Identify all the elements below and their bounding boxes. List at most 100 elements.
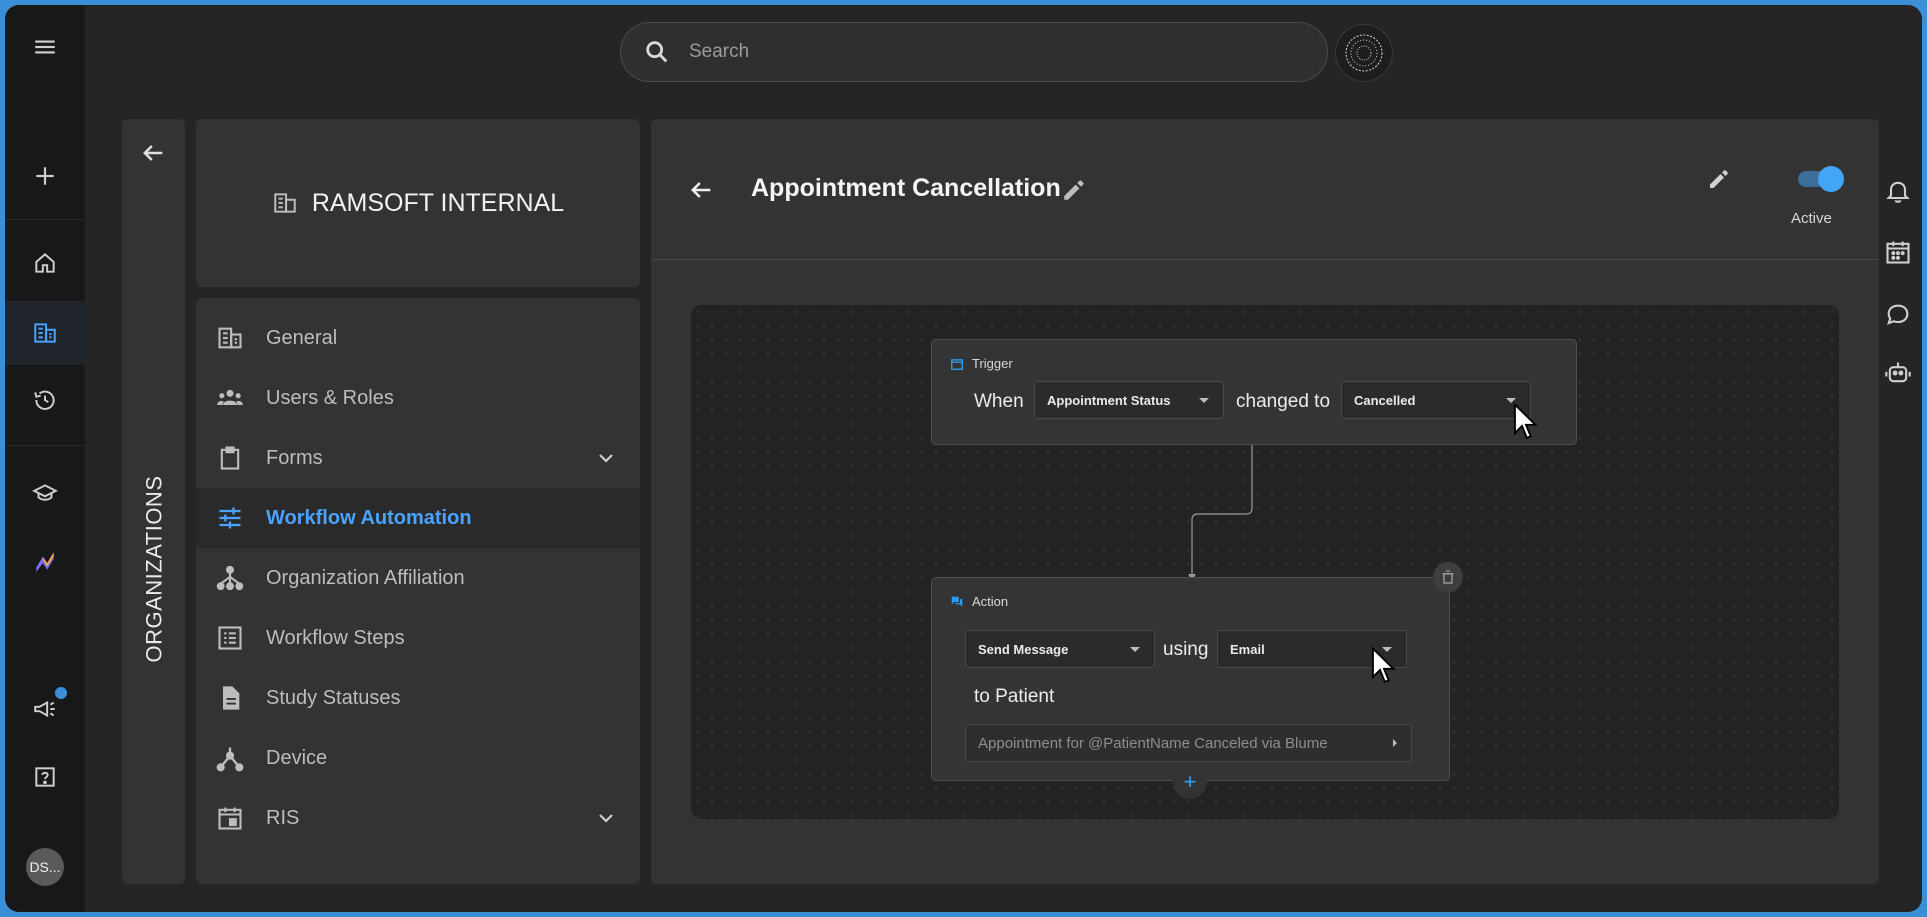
building-icon bbox=[274, 193, 296, 213]
nav-item-study-statuses[interactable]: Study Statuses bbox=[196, 668, 640, 728]
search-bar[interactable] bbox=[620, 22, 1328, 82]
trigger-value: Cancelled bbox=[1354, 392, 1416, 408]
home-button[interactable] bbox=[5, 231, 85, 295]
user-avatar[interactable]: DS... bbox=[26, 848, 64, 886]
nav-item-forms[interactable]: Forms bbox=[196, 428, 640, 488]
help-button[interactable] bbox=[5, 745, 85, 809]
megaphone-icon bbox=[34, 700, 55, 718]
notification-dot bbox=[55, 687, 67, 699]
workflow-canvas[interactable]: Trigger When Appointment Status changed … bbox=[691, 305, 1839, 819]
history-button[interactable] bbox=[5, 368, 85, 432]
analytics-button[interactable] bbox=[5, 529, 85, 593]
active-status-label: Active bbox=[1791, 210, 1832, 227]
help-icon bbox=[35, 767, 55, 787]
nav-item-device[interactable]: Device bbox=[196, 728, 640, 788]
action-header-label: Action bbox=[972, 594, 1009, 609]
caret-down-icon bbox=[1130, 647, 1140, 652]
clipboard-icon bbox=[220, 446, 240, 470]
workflow-title: Appointment Cancellation bbox=[751, 174, 1061, 202]
hamburger-icon bbox=[35, 40, 55, 54]
mouse-cursor-icon bbox=[1371, 647, 1396, 684]
organizations-label-wrap: ORGANIZATIONS bbox=[140, 419, 168, 719]
hierarchy-icon bbox=[216, 565, 244, 591]
robot-icon[interactable] bbox=[1884, 359, 1912, 387]
building-icon bbox=[218, 327, 242, 349]
nav-label: Forms bbox=[266, 446, 323, 469]
organization-header: RAMSOFT INTERNAL bbox=[196, 119, 640, 287]
nav-item-users-roles[interactable]: Users & Roles bbox=[196, 368, 640, 428]
learning-button[interactable] bbox=[5, 461, 85, 525]
organization-nav: General Users & Roles Forms Workflow Aut… bbox=[196, 298, 640, 884]
action-type-value: Send Message bbox=[978, 641, 1069, 657]
message-template-field[interactable]: Appointment for @PatientName Canceled vi… bbox=[965, 724, 1412, 762]
trigger-card: Trigger When Appointment Status changed … bbox=[931, 339, 1577, 445]
trigger-header: Trigger bbox=[950, 356, 1013, 371]
trigger-changed-to-label: changed to bbox=[1236, 391, 1331, 412]
users-icon bbox=[217, 389, 243, 405]
back-arrow-icon[interactable] bbox=[139, 139, 167, 167]
nav-label: Users & Roles bbox=[266, 386, 394, 409]
action-channel-value: Email bbox=[1230, 641, 1265, 657]
nav-item-organization-affiliation[interactable]: Organization Affiliation bbox=[196, 548, 640, 608]
edit-title-icon[interactable] bbox=[1061, 177, 1087, 203]
chevron-right-icon bbox=[1393, 739, 1397, 747]
chat-bubble-icon[interactable] bbox=[1884, 301, 1912, 329]
nav-item-workflow-steps[interactable]: Workflow Steps bbox=[196, 608, 640, 668]
document-icon bbox=[223, 686, 240, 710]
trigger-field-value: Appointment Status bbox=[1047, 392, 1171, 408]
trash-icon bbox=[1442, 570, 1454, 584]
organizations-button[interactable] bbox=[5, 301, 85, 365]
trigger-when-label: When bbox=[974, 391, 1024, 412]
caret-down-icon bbox=[1199, 398, 1209, 403]
nav-label: Organization Affiliation bbox=[266, 566, 465, 589]
message-template-text: Appointment for @PatientName Canceled vi… bbox=[978, 734, 1328, 752]
sliders-icon bbox=[219, 507, 241, 529]
calendar-icon[interactable] bbox=[1884, 238, 1912, 266]
workflow-header: Appointment Cancellation Active bbox=[651, 119, 1879, 260]
add-step-button[interactable]: + bbox=[1173, 765, 1207, 799]
search-input[interactable] bbox=[689, 41, 1289, 63]
add-button[interactable] bbox=[5, 144, 85, 208]
trigger-header-label: Trigger bbox=[972, 356, 1013, 371]
building-icon bbox=[34, 323, 56, 343]
plus-icon bbox=[36, 167, 54, 185]
action-recipient-label: to Patient bbox=[974, 686, 1055, 707]
announcements-button[interactable] bbox=[5, 677, 85, 741]
nav-label: Device bbox=[266, 746, 328, 769]
delete-action-button[interactable] bbox=[1433, 562, 1463, 592]
organizations-tab: ORGANIZATIONS bbox=[122, 119, 185, 884]
toggle-knob bbox=[1818, 166, 1844, 192]
nav-label: RIS bbox=[266, 806, 300, 829]
left-rail: DS... bbox=[5, 5, 85, 912]
device-icon bbox=[216, 747, 244, 772]
org-logo-button[interactable] bbox=[1335, 24, 1393, 82]
search-icon bbox=[646, 41, 668, 63]
back-arrow-icon[interactable] bbox=[687, 176, 715, 204]
nav-item-workflow-automation[interactable]: Workflow Automation bbox=[196, 488, 640, 548]
chevron-down-icon[interactable] bbox=[594, 806, 618, 830]
menu-button[interactable] bbox=[5, 15, 85, 79]
nav-label: General bbox=[266, 326, 338, 349]
home-icon bbox=[35, 253, 55, 273]
globe-logo-icon bbox=[1345, 34, 1383, 72]
nav-item-ris[interactable]: RIS bbox=[196, 788, 640, 848]
bell-icon[interactable] bbox=[1884, 177, 1912, 205]
nav-item-general[interactable]: General bbox=[196, 308, 640, 368]
action-type-select[interactable]: Send Message bbox=[965, 630, 1155, 668]
app-window: DS... ORGANIZATIONS RAMSOFT INTERNAL Gen… bbox=[5, 5, 1922, 912]
graduation-cap-icon bbox=[32, 484, 58, 501]
trigger-field-select[interactable]: Appointment Status bbox=[1034, 381, 1224, 419]
chevron-down-icon[interactable] bbox=[594, 446, 618, 470]
nav-label: Workflow Automation bbox=[266, 506, 472, 529]
edit-icon[interactable] bbox=[1707, 167, 1731, 191]
analytics-logo-icon bbox=[36, 552, 54, 572]
action-header: Action bbox=[950, 594, 1008, 609]
calendar-icon bbox=[951, 358, 963, 370]
workflow-editor: Appointment Cancellation Active Trigger bbox=[651, 119, 1879, 884]
nav-label: Study Statuses bbox=[266, 686, 401, 709]
active-toggle[interactable] bbox=[1796, 166, 1844, 192]
organizations-label: ORGANIZATIONS bbox=[141, 475, 166, 663]
trigger-value-select[interactable]: Cancelled bbox=[1341, 381, 1531, 419]
action-using-label: using bbox=[1163, 639, 1209, 660]
mouse-cursor-icon bbox=[1513, 403, 1538, 440]
